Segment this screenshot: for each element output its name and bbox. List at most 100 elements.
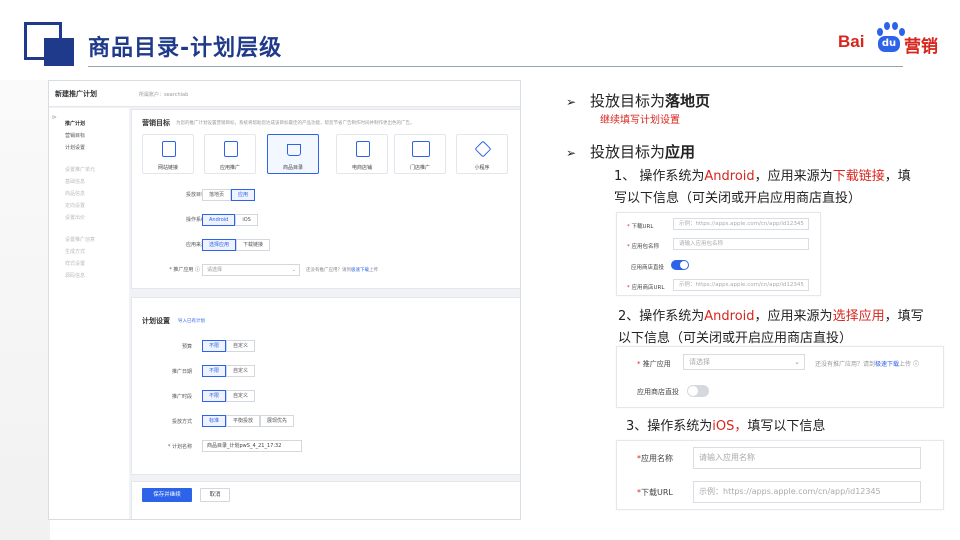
promo-app-select[interactable]: 请选择 ⌄ <box>683 354 805 370</box>
sidebar-item-unit[interactable]: 设置推广单元 <box>65 166 95 173</box>
source-select-option[interactable]: 选择应用 <box>202 239 237 251</box>
budget-unlimited-option[interactable]: 不限 <box>202 340 227 352</box>
sidebar-item-generate[interactable]: 生成方式 <box>65 248 85 255</box>
goal-card-label: 门店推广 <box>409 165 430 171</box>
goal-card-label: 应用推广 <box>219 165 240 171</box>
budget-custom-option[interactable]: 自定义 <box>226 340 256 352</box>
sidebar-item-targeting[interactable]: 定向设置 <box>65 202 85 209</box>
sidebar-item-creative[interactable]: 设置推广创意 <box>65 236 95 243</box>
os-ios-option[interactable]: iOS <box>235 214 258 226</box>
help-icon[interactable]: ⓘ <box>913 361 919 368</box>
os-label: 操作系统 <box>185 217 206 223</box>
baidu-yingxiao-logo: Bai du 营销 <box>836 22 948 57</box>
app-select[interactable]: 请选择 ⌄ <box>202 264 300 276</box>
editor-sidebar: ⊳ 推广计划 营销目标 计划设置 设置推广单元 基础信息 商品信息 定向设置 设… <box>49 108 129 519</box>
plan-editor-screenshot: 新建推广计划 所属账户：searchlab ⊳ 推广计划 营销目标 计划设置 设… <box>48 80 521 520</box>
download-url-input[interactable]: 示例：https://apps.apple.com/cn/app/id12345 <box>673 218 809 230</box>
ios-app-name-input[interactable]: 请输入应用名称 <box>693 447 921 469</box>
date-group: 不限 自定义 <box>202 365 256 377</box>
bullet-app: ➢ 投放目标为应用 <box>566 141 695 162</box>
store-direct-toggle[interactable] <box>671 260 689 270</box>
budget-group: 不限 自定义 <box>202 340 256 352</box>
date-unlimited-option[interactable]: 不限 <box>202 365 227 377</box>
goal-card-store[interactable]: 门店推广 <box>394 134 446 174</box>
plan-name-input[interactable]: 商品目录_计划pwS_4_21_17:32 <box>202 440 302 452</box>
cancel-button[interactable]: 取消 <box>200 488 230 502</box>
store-url-label: * 应用商店URL <box>627 285 665 291</box>
store-direct-label: 应用商店直投 <box>631 265 665 271</box>
bullet2-prefix: 投放目标为 <box>590 143 666 161</box>
goal-card-website[interactable]: 网站链接 <box>142 134 194 174</box>
method-exposure-option[interactable]: 展现优先 <box>260 415 295 427</box>
import-plan-link[interactable]: 导入已有计划 <box>178 318 205 324</box>
target-app-option[interactable]: 应用 <box>231 189 256 201</box>
collapse-arrow-icon[interactable]: ⊳ <box>52 114 57 121</box>
sidebar-item-plan[interactable]: 推广计划 <box>65 120 85 127</box>
budget-label: 预算 <box>181 344 192 350</box>
goal-card-ecommerce[interactable]: 电商店铺 <box>336 134 388 174</box>
sidebar-item-product[interactable]: 商品信息 <box>65 190 85 197</box>
promo-hint-suffix: 上传 <box>899 361 912 368</box>
date-custom-option[interactable]: 自定义 <box>226 365 256 377</box>
item2-part-c: ，填写 <box>884 309 924 324</box>
logo-du-text: du <box>878 36 900 52</box>
app-hint-suffix: 上传 <box>369 268 378 273</box>
time-custom-option[interactable]: 自定义 <box>226 390 256 402</box>
sidebar-item-source[interactable]: 源码信息 <box>65 272 85 279</box>
package-name-label: * 应用包名称 <box>627 244 660 250</box>
promo-app-hint: 还没有推广应用？请到极速下载上传 ⓘ <box>815 359 919 368</box>
app-source-group: 选择应用 下载链接 <box>202 239 271 251</box>
item3-text: 3、操作系统为iOS，填写以下信息 <box>626 416 825 438</box>
download-url-label-text: 下载URL <box>631 224 654 230</box>
method-standard-option[interactable]: 标准 <box>202 415 227 427</box>
arrow-bullet-icon: ➢ <box>566 146 577 160</box>
sidebar-item-marketing[interactable]: 营销目标 <box>65 132 85 139</box>
plan-settings-panel: 计划设置 导入已有计划 预算 不限 自定义 推广日期 不限 自定义 推广时段 不… <box>131 297 520 475</box>
download-link-form: * 下载URL 示例：https://apps.apple.com/cn/app… <box>616 212 821 296</box>
target-landing-option[interactable]: 落地页 <box>202 189 232 201</box>
shopping-bag-icon <box>287 144 301 156</box>
goal-card-catalog[interactable]: 商品目录 <box>267 134 319 174</box>
app-hint: 还没有推广应用？请到极速下载上传 <box>306 267 378 273</box>
item2-line2: 以下信息（可关闭或开启应用商店直投） <box>618 331 853 346</box>
header-divider <box>88 66 903 67</box>
miniprogram-icon <box>474 140 492 158</box>
time-unlimited-option[interactable]: 不限 <box>202 390 227 402</box>
store-direct-toggle-off[interactable] <box>687 385 709 397</box>
page-title: 商品目录-计划层级 <box>88 36 283 61</box>
item1-line2: 写以下信息（可关闭或开启应用商店直投） <box>614 191 862 206</box>
item2-red2: 选择应用 <box>832 309 885 324</box>
promo-app-label: * 推广应用 <box>637 360 671 368</box>
method-balanced-option[interactable]: 平衡投放 <box>226 415 261 427</box>
item3-part-b: 填写以下信息 <box>747 419 826 434</box>
fast-download-link[interactable]: 极速下载 <box>351 268 369 273</box>
os-android-option[interactable]: Android <box>202 214 236 226</box>
goal-card-app[interactable]: 应用推广 <box>204 134 256 174</box>
ios-app-name-label-text: 应用名称 <box>641 454 673 463</box>
sidebar-item-bid[interactable]: 设置出价 <box>65 214 85 221</box>
ios-download-url-input[interactable]: 示例：https://apps.apple.com/cn/app/id12345 <box>693 481 921 503</box>
app-select-label: * 推广应用 ⓘ <box>169 267 200 273</box>
sidebar-item-plan-settings[interactable]: 计划设置 <box>65 144 85 151</box>
save-continue-button[interactable]: 保存并继续 <box>142 488 192 502</box>
package-name-input[interactable]: 请输入应用包名称 <box>673 238 809 250</box>
goal-card-miniprogram[interactable]: 小程序 <box>456 134 508 174</box>
date-label: 推广日期 <box>171 369 192 375</box>
goal-card-label: 电商店铺 <box>351 165 372 171</box>
item2-part-b: ，应用来源为 <box>754 309 833 324</box>
item2-text: 2、操作系统为Android，应用来源为选择应用，填写 以下信息（可关闭或开启应… <box>618 306 924 350</box>
sidebar-item-basic[interactable]: 基础信息 <box>65 178 85 185</box>
sidebar-item-style[interactable]: 样式设置 <box>65 260 85 267</box>
plan-name-label: * 计划名称 <box>167 444 192 450</box>
promo-fast-download-link[interactable]: 极速下载 <box>875 361 899 368</box>
store-url-input[interactable]: 示例：https://apps.apple.com/cn/app/id12345 <box>673 279 809 291</box>
background-shape <box>0 80 50 540</box>
header-square-fill <box>44 38 74 66</box>
item1-part-b: ，应用来源为 <box>754 169 833 184</box>
ios-form: *应用名称 请输入应用名称 *下载URL 示例：https://apps.app… <box>616 440 944 510</box>
download-url-label: * 下载URL <box>627 224 654 230</box>
editor-title: 新建推广计划 <box>55 90 97 98</box>
app-source-label: 应用来源 <box>185 242 206 248</box>
source-download-option[interactable]: 下载链接 <box>236 239 271 251</box>
promo-app-label-text: 推广应用 <box>642 360 671 368</box>
